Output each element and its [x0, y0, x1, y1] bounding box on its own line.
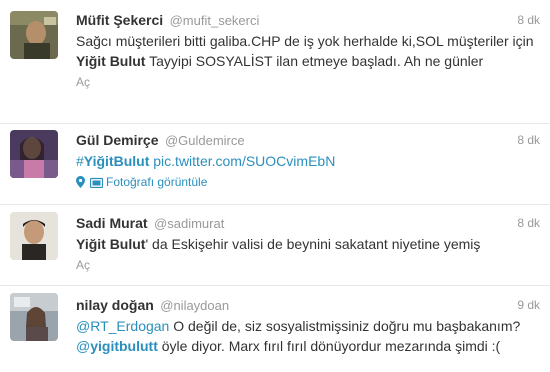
tweet-username[interactable]: @nilaydoan — [160, 298, 229, 313]
tweet-text: Yiğit Bulut' da Eskişehir valisi de beyn… — [76, 236, 481, 252]
tweet-username[interactable]: @mufit_sekerci — [170, 13, 260, 28]
tweet-item[interactable]: nilay doğan @nilaydoan 9 dk @RT_Erdogan … — [0, 286, 550, 372]
photo-icon — [90, 177, 103, 188]
avatar[interactable] — [10, 130, 58, 178]
avatar[interactable] — [10, 212, 58, 260]
highlighted-term: Yiğit Bulut — [76, 236, 146, 252]
expand-link[interactable]: Aç — [76, 74, 540, 90]
avatar[interactable] — [10, 293, 58, 341]
tweet-timestamp[interactable]: 8 dk — [517, 213, 540, 233]
tweet-text: Sağcı müşterileri bitti galiba.CHP de iş… — [76, 33, 534, 69]
expand-link[interactable]: Aç — [76, 257, 540, 273]
mention-link[interactable]: @RT_Erdogan — [76, 318, 169, 334]
avatar[interactable] — [10, 11, 58, 59]
tweet-fullname[interactable]: Sadi Murat — [76, 215, 148, 231]
tweet-timestamp[interactable]: 8 dk — [517, 10, 540, 30]
tweet-fullname[interactable]: Müfit Şekerci — [76, 12, 163, 28]
location-pin-icon — [76, 176, 85, 188]
tweet-username[interactable]: @sadimurat — [154, 216, 224, 231]
tweet-text: #YiğitBulut pic.twitter.com/SUOCvimEbN — [76, 151, 536, 171]
view-photo-link[interactable]: Fotoğrafı görüntüle — [76, 174, 540, 190]
tweet-fullname[interactable]: Gül Demirçe — [76, 132, 158, 148]
tweet-item[interactable]: Müfit Şekerci @mufit_sekerci 8 dk Sağcı … — [0, 0, 550, 124]
tweet-item[interactable]: Sadi Murat @sadimurat 8 dk Yiğit Bulut' … — [0, 205, 550, 286]
tweet-timestamp[interactable]: 9 dk — [517, 295, 540, 315]
tweet-fullname[interactable]: nilay doğan — [76, 297, 154, 313]
tweet-text: @RT_Erdogan O değil de, siz sosyalistmiş… — [76, 318, 521, 354]
highlighted-term: Yiğit Bulut — [76, 53, 146, 69]
tweet-timeline: Müfit Şekerci @mufit_sekerci 8 dk Sağcı … — [0, 0, 550, 372]
mention-link[interactable]: @yigitbulutt — [76, 338, 158, 354]
tweet-timestamp[interactable]: 8 dk — [517, 130, 540, 150]
tweet-username[interactable]: @Guldemirce — [165, 133, 245, 148]
media-link[interactable]: pic.twitter.com/SUOCvimEbN — [153, 153, 335, 169]
tweet-item[interactable]: Gül Demirçe @Guldemirce 8 dk #YiğitBulut… — [0, 124, 550, 205]
view-photo-label[interactable]: Fotoğrafı görüntüle — [106, 174, 207, 190]
hashtag-link[interactable]: #YiğitBulut — [76, 153, 149, 169]
